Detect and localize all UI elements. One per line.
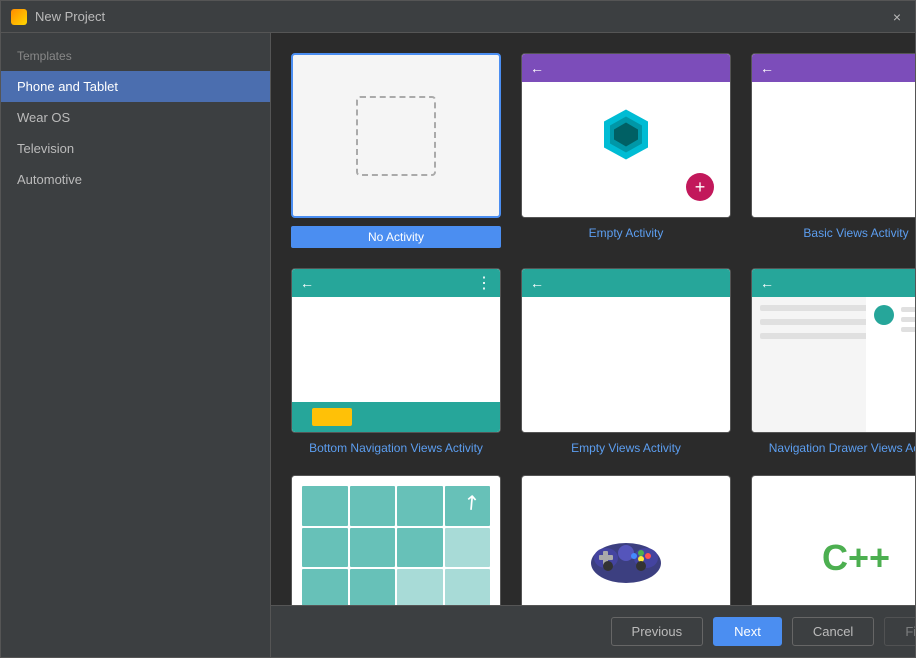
card-preview-responsive: ↗ <box>291 475 501 605</box>
card-label-no-activity: No Activity <box>291 226 501 248</box>
back-arrow-icon-bottom-nav: ← <box>300 275 314 291</box>
app-icon <box>11 9 27 25</box>
sidebar-item-television[interactable]: Television <box>1 133 270 164</box>
template-card-no-activity[interactable]: No Activity <box>291 53 501 248</box>
template-card-native-cpp[interactable]: C++ Native C++ <box>751 475 915 605</box>
more-vert-icon-bottom-nav: ⋮ <box>476 273 492 293</box>
card-label-nav-drawer: Navigation Drawer Views Activity <box>769 441 915 455</box>
template-card-basic-views[interactable]: ← ⋮ + Basic Views Activity <box>751 53 915 248</box>
phone-top-bar-bottom-nav: ← ⋮ <box>292 269 500 297</box>
sidebar-item-wear-os[interactable]: Wear OS <box>1 102 270 133</box>
phone-mockup-empty-views: ← <box>522 269 730 432</box>
template-card-empty-views[interactable]: ← Empty Views Activity <box>521 268 731 455</box>
phone-mockup-basic: ← ⋮ + <box>752 54 915 217</box>
phone-top-bar-empty-views: ← <box>522 269 730 297</box>
template-grid: No Activity ← <box>271 33 915 605</box>
gamepad-icon <box>586 528 666 588</box>
close-button[interactable]: × <box>889 9 905 25</box>
template-card-responsive[interactable]: ↗ Responsive Views Activity <box>291 475 501 605</box>
phone-top-bar-empty: ← <box>522 54 730 82</box>
phone-mockup-bottom-nav: ← ⋮ <box>292 269 500 432</box>
previous-button[interactable]: Previous <box>611 617 704 646</box>
card-label-empty-views: Empty Views Activity <box>571 441 681 455</box>
phone-top-bar-basic: ← ⋮ <box>752 54 915 82</box>
back-arrow-icon: ← <box>530 60 544 76</box>
cancel-button[interactable]: Cancel <box>792 617 874 646</box>
card-preview-empty-views: ← <box>521 268 731 433</box>
back-arrow-icon-nav-drawer: ← <box>760 275 774 291</box>
card-preview-no-activity <box>291 53 501 218</box>
card-preview-cpp: C++ <box>751 475 915 605</box>
bottom-nav-yellow-indicator <box>312 408 352 426</box>
hex-icon <box>596 104 656 167</box>
back-arrow-icon-empty-views: ← <box>530 275 544 291</box>
content-area: Templates Phone and Tablet Wear OS Telev… <box>1 33 915 657</box>
template-card-nav-drawer[interactable]: ← ⋮ <box>751 268 915 455</box>
fab-button-empty: + <box>686 173 714 201</box>
card-preview-game <box>521 475 731 605</box>
nav-drawer-main <box>866 297 915 432</box>
template-card-game[interactable]: Game Activity <box>521 475 731 605</box>
nav-drawer-overlay <box>752 297 877 432</box>
phone-top-bar-nav-drawer: ← ⋮ <box>752 269 915 297</box>
cpp-text-icon: C++ <box>822 537 890 579</box>
card-label-bottom-nav: Bottom Navigation Views Activity <box>309 441 483 455</box>
card-preview-basic-views: ← ⋮ + <box>751 53 915 218</box>
bottom-nav-bar <box>292 402 500 432</box>
bottom-action-bar: Previous Next Cancel Finish <box>271 605 915 657</box>
finish-button[interactable]: Finish <box>884 617 915 646</box>
card-label-basic-views: Basic Views Activity <box>803 226 908 240</box>
template-card-empty-activity[interactable]: ← + <box>521 53 731 248</box>
next-button[interactable]: Next <box>713 617 782 646</box>
new-project-window: New Project × Templates Phone and Tablet… <box>0 0 916 658</box>
back-arrow-icon-basic: ← <box>760 60 774 76</box>
card-preview-nav-drawer: ← ⋮ <box>751 268 915 433</box>
phone-mockup-empty: ← + <box>522 54 730 217</box>
card-preview-empty-activity: ← + <box>521 53 731 218</box>
sidebar-section-label: Templates <box>1 43 270 71</box>
card-preview-bottom-nav: ← ⋮ <box>291 268 501 433</box>
title-bar: New Project × <box>1 1 915 33</box>
sidebar-item-automotive[interactable]: Automotive <box>1 164 270 195</box>
sidebar-item-phone-tablet[interactable]: Phone and Tablet <box>1 71 270 102</box>
chart-preview: ↗ <box>292 476 500 605</box>
template-card-bottom-nav[interactable]: ← ⋮ Bottom Navigation Views Activity <box>291 268 501 455</box>
phone-mockup-nav-drawer: ← ⋮ <box>752 269 915 432</box>
dashed-rect-icon <box>356 96 436 176</box>
card-label-empty-activity: Empty Activity <box>589 226 664 240</box>
window-title: New Project <box>35 9 889 24</box>
main-area: No Activity ← <box>271 33 915 657</box>
sidebar: Templates Phone and Tablet Wear OS Telev… <box>1 33 271 657</box>
